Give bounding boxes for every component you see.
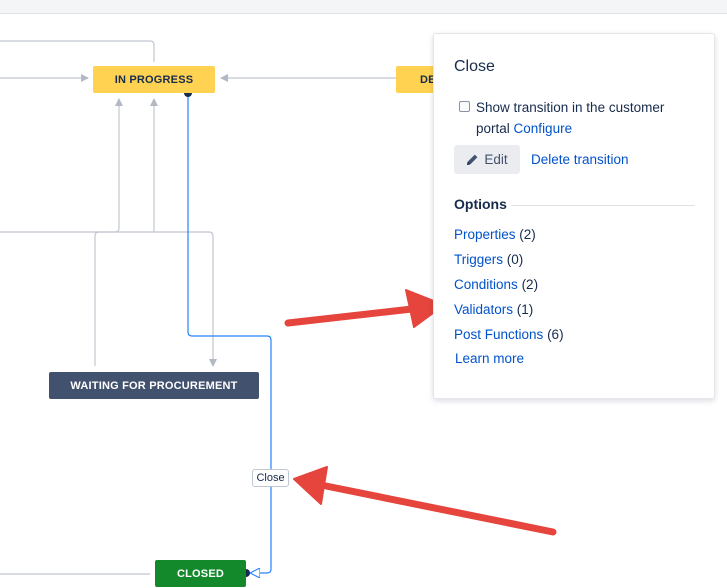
edit-button-label: Edit — [484, 152, 508, 167]
option-link[interactable]: Post Functions — [454, 327, 543, 342]
option-post-functions: Post Functions (6) — [454, 325, 564, 350]
option-count: (2) — [519, 227, 536, 242]
option-link[interactable]: Properties — [454, 227, 516, 242]
show-in-portal-label: Show transition in the customer portal C… — [476, 97, 696, 139]
show-in-portal-checkbox[interactable] — [459, 101, 470, 112]
gray-transitions — [0, 40, 396, 575]
status-partial-right[interactable]: DE — [396, 66, 434, 93]
options-list: Properties (2) Triggers (0) Conditions (… — [454, 225, 564, 350]
option-link[interactable]: Conditions — [454, 277, 518, 292]
status-in-progress[interactable]: IN PROGRESS — [93, 66, 215, 93]
configure-link[interactable]: Configure — [514, 121, 573, 136]
options-divider — [511, 205, 695, 206]
option-link[interactable]: Triggers — [454, 252, 503, 267]
option-triggers: Triggers (0) — [454, 250, 564, 275]
panel-title: Close — [454, 58, 495, 75]
option-count: (0) — [506, 252, 524, 267]
option-link[interactable]: Validators — [454, 302, 513, 317]
option-validators: Validators (1) — [454, 300, 564, 325]
selected-transition-close[interactable] — [187, 93, 272, 573]
transition-properties-panel: Close Show transition in the customer po… — [433, 33, 715, 399]
option-conditions: Conditions (2) — [454, 275, 564, 300]
edit-button[interactable]: Edit — [454, 145, 520, 174]
option-properties: Properties (2) — [454, 225, 564, 250]
option-count: (1) — [516, 302, 534, 317]
option-count: (6) — [547, 327, 564, 342]
learn-more-link[interactable]: Learn more — [455, 351, 524, 366]
status-waiting-for-procurement[interactable]: WAITING FOR PROCUREMENT — [49, 372, 259, 399]
pencil-icon — [466, 153, 479, 166]
option-count: (2) — [521, 277, 539, 292]
delete-transition-link[interactable]: Delete transition — [531, 152, 629, 167]
options-heading: Options — [454, 196, 507, 212]
status-closed[interactable]: CLOSED — [155, 560, 246, 587]
transition-label-close[interactable]: Close — [252, 469, 289, 487]
